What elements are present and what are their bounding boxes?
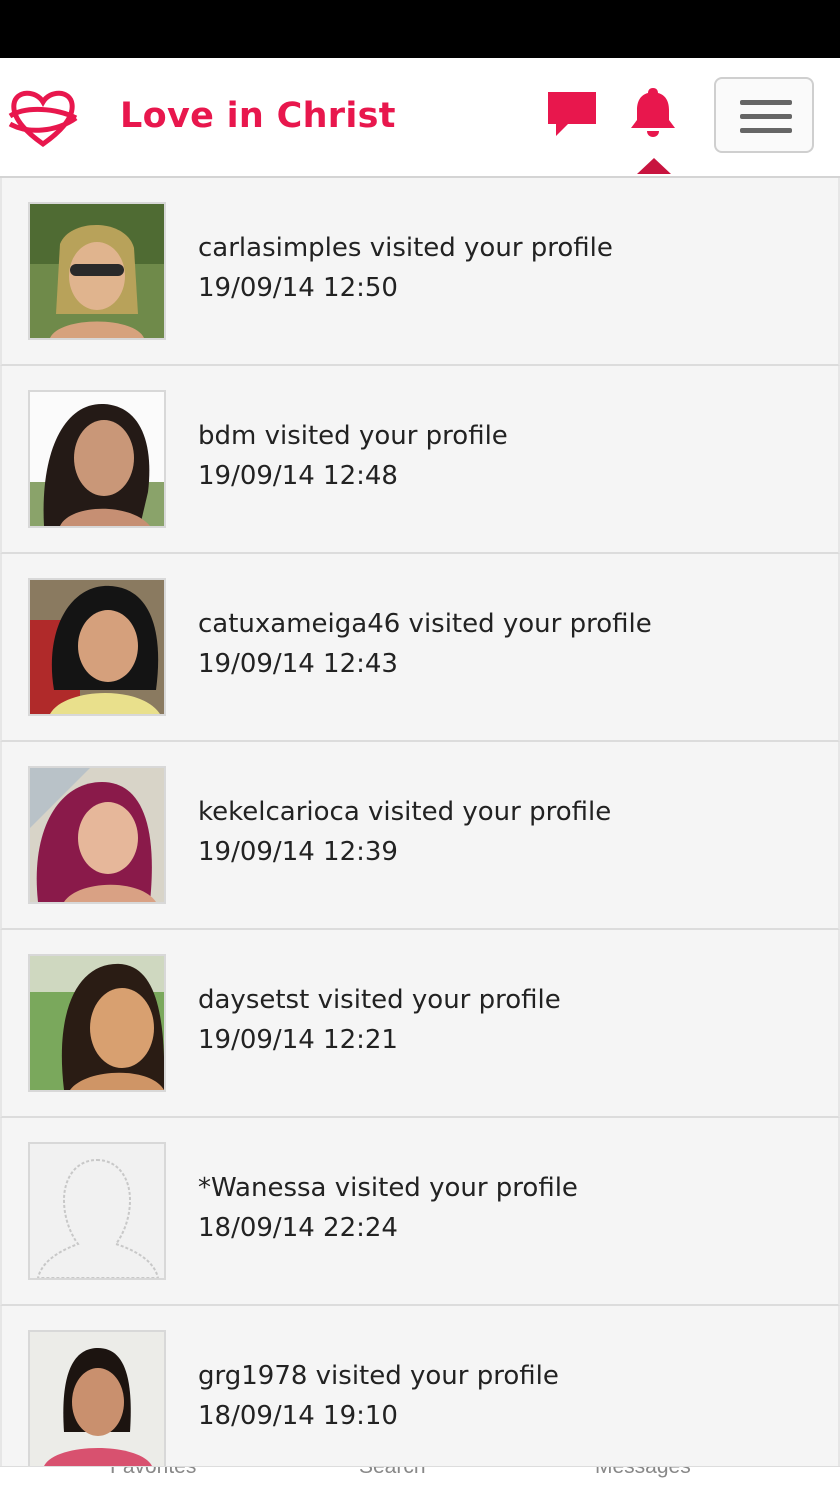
bell-active-indicator (637, 158, 671, 174)
default-avatar-icon (30, 1144, 164, 1278)
notification-time: 18/09/14 22:24 (198, 1213, 398, 1243)
notification-text: catuxameiga46 visited your profile (198, 609, 652, 639)
nav-favorites[interactable]: Favorites (110, 1467, 196, 1479)
notification-time: 19/09/14 12:48 (198, 461, 398, 491)
avatar[interactable] (28, 202, 166, 340)
notification-text: kekelcarioca visited your profile (198, 797, 612, 827)
hamburger-menu-button[interactable] (714, 77, 814, 153)
app-header: Love in Christ (0, 58, 840, 178)
notification-time: 19/09/14 12:43 (198, 649, 398, 679)
notification-text: daysetst visited your profile (198, 985, 561, 1015)
list-item[interactable]: kekelcarioca visited your profile 19/09/… (0, 742, 840, 930)
list-item[interactable]: *Wanessa visited your profile 18/09/14 2… (0, 1118, 840, 1306)
list-item[interactable]: catuxameiga46 visited your profile 19/09… (0, 554, 840, 742)
notification-time: 19/09/14 12:39 (198, 837, 398, 867)
hamburger-menu-icon (740, 100, 792, 105)
notification-text: bdm visited your profile (198, 421, 508, 451)
avatar[interactable] (28, 1330, 166, 1468)
avatar[interactable] (28, 766, 166, 904)
app-title[interactable]: Love in Christ (120, 96, 396, 136)
bottom-nav: Favorites Search Messages (0, 1466, 840, 1494)
notification-list: carlasimples visited your profile 19/09/… (0, 178, 840, 1494)
bell-icon[interactable] (630, 86, 676, 138)
avatar[interactable] (28, 578, 166, 716)
nav-search[interactable]: Search (359, 1467, 426, 1479)
list-item[interactable]: daysetst visited your profile 19/09/14 1… (0, 930, 840, 1118)
notification-time: 19/09/14 12:21 (198, 1025, 398, 1055)
avatar[interactable] (28, 954, 166, 1092)
avatar[interactable] (28, 390, 166, 528)
notification-text: carlasimples visited your profile (198, 233, 613, 263)
notification-time: 19/09/14 12:50 (198, 273, 398, 303)
notification-text: *Wanessa visited your profile (198, 1173, 578, 1203)
list-item[interactable]: carlasimples visited your profile 19/09/… (0, 178, 840, 366)
notification-time: 18/09/14 19:10 (198, 1401, 398, 1431)
nav-messages[interactable]: Messages (595, 1467, 691, 1479)
logo-icon[interactable] (6, 88, 80, 148)
chat-icon[interactable] (546, 90, 598, 138)
avatar[interactable] (28, 1142, 166, 1280)
list-item[interactable]: bdm visited your profile 19/09/14 12:48 (0, 366, 840, 554)
status-bar (0, 0, 840, 58)
notification-text: grg1978 visited your profile (198, 1361, 559, 1391)
